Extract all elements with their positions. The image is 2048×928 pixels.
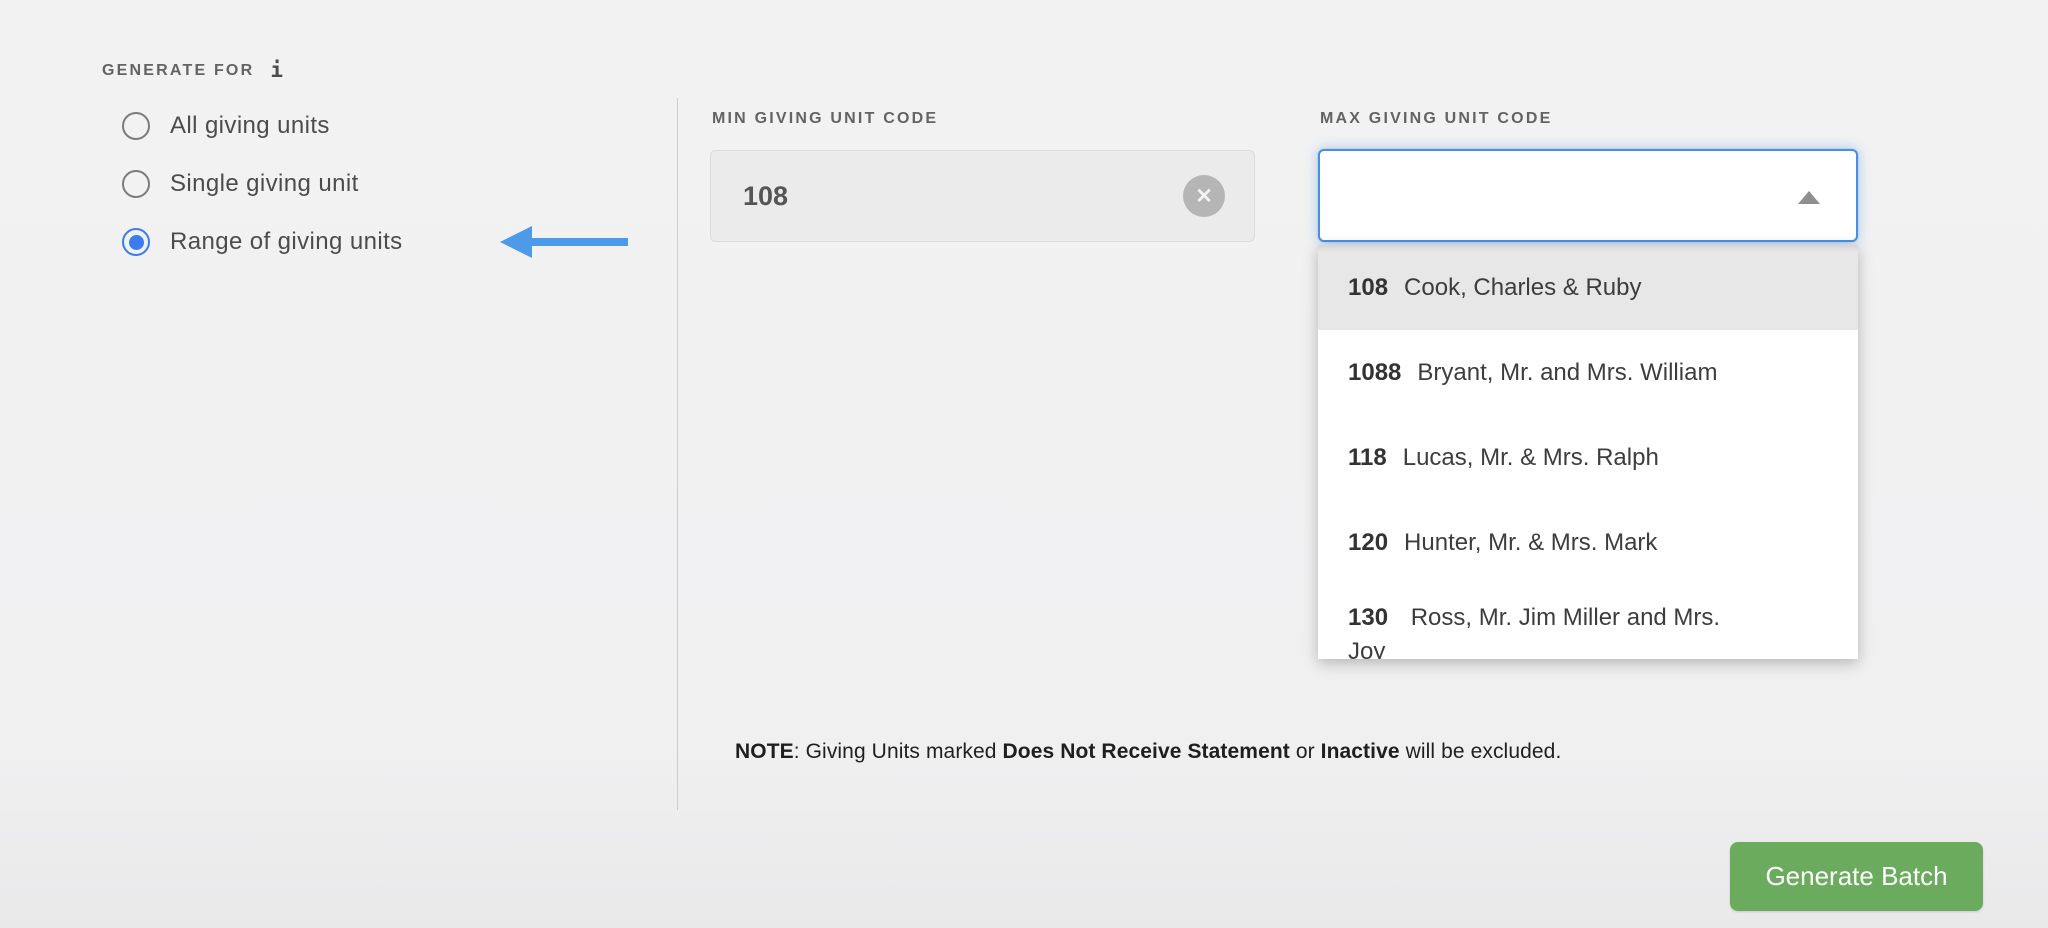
clear-min-value-button[interactable]: ✕ [1183,175,1225,217]
giving-unit-name: Hunter, Mr. & Mrs. Mark [1404,529,1657,557]
note-text: or [1290,740,1321,763]
min-giving-unit-code-label: MIN GIVING UNIT CODE [712,110,938,128]
radio-option-label: Single giving unit [170,170,359,198]
giving-unit-name: Bryant, Mr. and Mrs. William [1417,359,1717,387]
generate-for-label: GENERATE FOR [102,62,254,80]
giving-unit-name: Ross, Mr. Jim Miller and Mrs. [1411,604,1720,631]
giving-unit-code: 118 [1348,444,1387,472]
giving-unit-code: 130 [1348,604,1388,631]
giving-unit-name: Lucas, Mr. & Mrs. Ralph [1403,444,1659,472]
dropdown-item[interactable]: 120 Hunter, Mr. & Mrs. Mark [1318,500,1858,585]
generate-batch-button[interactable]: Generate Batch [1730,842,1983,911]
min-giving-unit-code-input[interactable] [710,150,1255,242]
radio-option-single-giving-unit[interactable]: Single giving unit [122,166,359,202]
dropdown-item[interactable]: 130 Ross, Mr. Jim Miller and Mrs. Joy [1318,585,1858,659]
note-bold-text: Does Not Receive Statement [1003,740,1290,763]
giving-unit-dropdown: 108 Cook, Charles & Ruby 1088 Bryant, Mr… [1318,245,1858,659]
exclusion-note: NOTE: Giving Units marked Does Not Recei… [735,740,1561,764]
giving-unit-name-overflow: Joy [1348,635,1830,659]
radio-option-label: Range of giving units [170,228,403,256]
giving-unit-name: Cook, Charles & Ruby [1404,274,1641,302]
close-icon: ✕ [1195,186,1213,207]
giving-unit-code: 120 [1348,529,1388,557]
radio-option-range-of-giving-units[interactable]: Range of giving units [122,224,403,260]
generate-for-header: GENERATE FOR i [102,60,283,81]
info-icon[interactable]: i [270,60,283,81]
dropdown-item[interactable]: 118 Lucas, Mr. & Mrs. Ralph [1318,415,1858,500]
giving-unit-code: 108 [1348,274,1388,302]
left-arrow-icon [500,226,632,258]
radio-unselected-icon[interactable] [122,112,150,140]
chevron-up-icon[interactable] [1798,191,1820,204]
note-bold-text: Inactive [1321,740,1400,763]
vertical-divider [677,98,678,810]
dropdown-item[interactable]: 1088 Bryant, Mr. and Mrs. William [1318,330,1858,415]
max-giving-unit-code-input[interactable] [1318,149,1858,242]
dropdown-item[interactable]: 108 Cook, Charles & Ruby [1318,245,1858,330]
note-text: will be excluded. [1400,740,1562,763]
radio-option-label: All giving units [170,112,330,140]
note-label: NOTE [735,740,794,763]
giving-unit-code: 1088 [1348,359,1401,387]
radio-selected-icon[interactable] [122,228,150,256]
max-giving-unit-code-label: MAX GIVING UNIT CODE [1320,110,1552,128]
radio-unselected-icon[interactable] [122,170,150,198]
radio-option-all-giving-units[interactable]: All giving units [122,108,330,144]
note-text: : Giving Units marked [794,740,1003,763]
